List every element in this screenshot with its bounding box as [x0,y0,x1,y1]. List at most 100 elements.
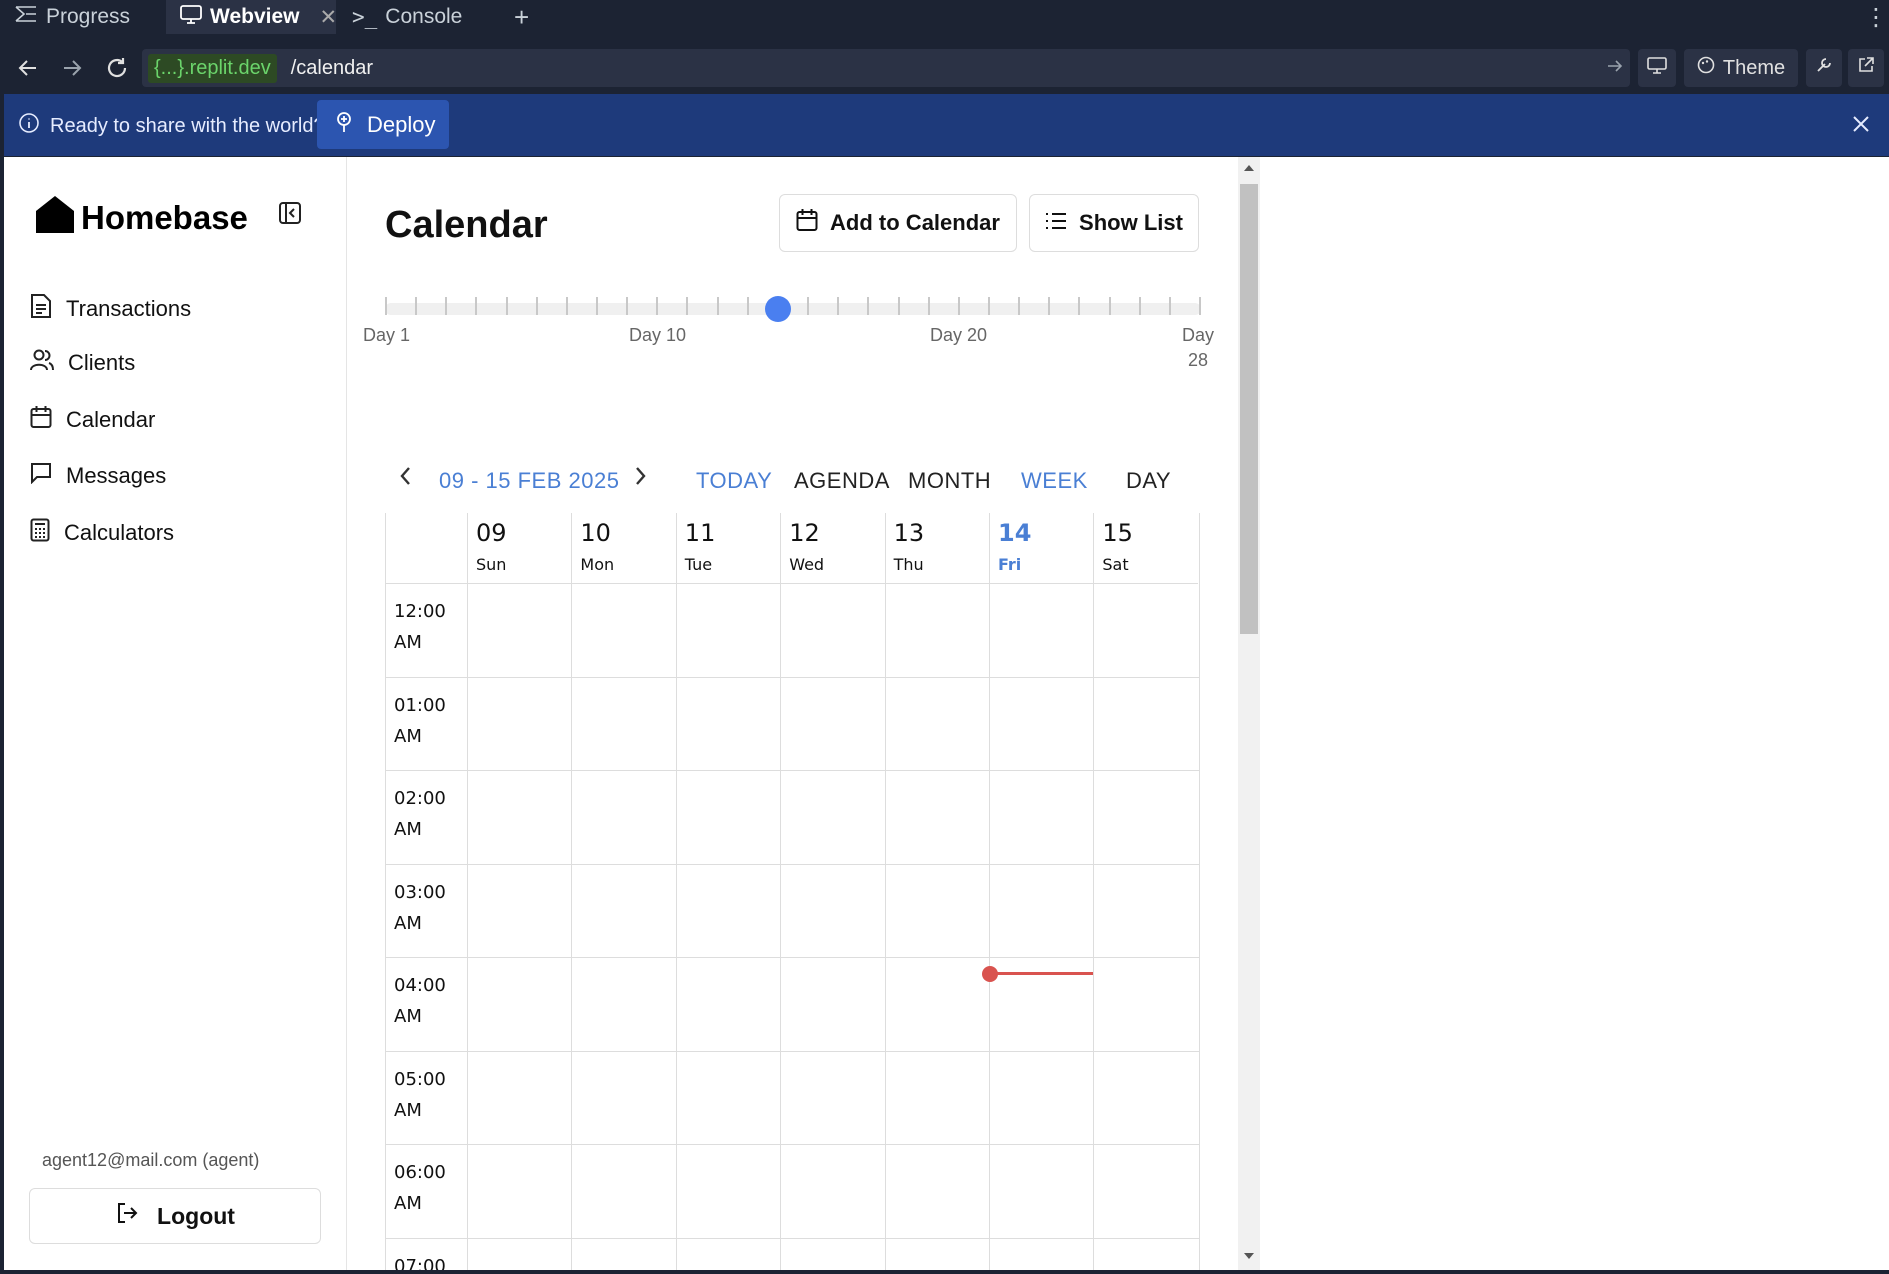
scroll-down-icon[interactable] [1244,1253,1254,1259]
slider-tick [1138,297,1141,315]
close-tab-icon[interactable]: ✕ [319,5,337,30]
more-options-icon[interactable]: ⋮ [1850,0,1888,34]
webview-blank-area [1260,157,1889,1270]
slider-tick [385,297,387,315]
hour-row[interactable]: 06:00 AM [386,1145,1199,1239]
slider-thumb[interactable] [764,296,791,322]
slider-tick [837,297,840,315]
collapse-sidebar-icon[interactable] [278,201,302,230]
brand-logo[interactable]: Homebase [35,195,248,241]
device-preview-button[interactable] [1638,49,1676,87]
day-number: 11 [684,519,716,547]
sidebar-item-messages[interactable]: Messages [30,462,166,490]
day-header[interactable]: 10 Mon [571,513,676,584]
slider-label-day28: Day 28 [1181,323,1215,373]
reload-icon[interactable] [101,52,133,84]
sidebar-item-clients[interactable]: Clients [30,349,135,377]
day-name: Sat [1102,555,1129,574]
calendar-icon [796,208,818,238]
webview: Homebase Transactions Clients Calendar M… [4,157,1889,1270]
deploy-button[interactable]: Deploy [317,100,449,149]
week-range-label[interactable]: 09 - 15 FEB 2025 [439,468,619,494]
hour-row[interactable]: 07:00 [386,1239,1199,1271]
day-name: Tue [684,555,713,574]
progress-icon [14,5,38,29]
view-today-button[interactable]: TODAY [696,468,772,494]
sidebar-item-transactions[interactable]: Transactions [30,293,191,325]
url-input[interactable]: {...}.replit.dev /calendar [142,49,1630,87]
slider-tick [897,297,900,315]
day-name: Fri [998,555,1022,574]
tab-label: Progress [46,5,131,28]
view-month-button[interactable]: MONTH [908,468,991,494]
hour-label: 02:00 AM [394,783,446,845]
slider-tick [1168,297,1171,315]
terminal-icon: >_ [352,5,378,29]
palette-icon [1697,56,1715,80]
open-external-button[interactable] [1848,49,1884,87]
logout-icon [115,1201,139,1231]
day-header[interactable]: 11 Tue [675,513,781,584]
tab-webview[interactable]: Webview ✕ [166,0,337,34]
hour-row[interactable]: 02:00 AM [386,771,1199,865]
new-tab-button[interactable]: + [500,0,544,34]
slider-tick [746,297,749,315]
day-header[interactable]: 15 Sat [1093,513,1198,584]
day-header[interactable]: 13 Thu [884,513,989,584]
view-agenda-button[interactable]: AGENDA [794,468,890,494]
hour-label: 06:00 AM [394,1157,446,1219]
users-icon [30,349,54,377]
grid-column-line [1093,513,1095,1270]
tab-console[interactable]: >_ Console [338,0,494,34]
prev-week-icon[interactable] [398,464,412,494]
hour-row[interactable]: 05:00 AM [386,1052,1199,1145]
sidebar-item-calculators[interactable]: Calculators [30,518,174,548]
external-link-icon [1857,56,1875,80]
slider-tick [1048,297,1051,315]
sidebar: Homebase Transactions Clients Calendar M… [4,157,347,1270]
day-slider[interactable] [385,296,1201,322]
show-list-button[interactable]: Show List [1029,194,1199,252]
day-header[interactable]: 09 Sun [467,513,572,584]
tab-progress[interactable]: Progress [0,0,138,34]
scrollbar-thumb[interactable] [1240,184,1258,634]
url-toolbar: {...}.replit.dev /calendar Theme [0,48,1889,88]
hour-row[interactable]: 12:00 AM [386,584,1199,678]
day-header[interactable]: 12 Wed [780,513,885,584]
view-week-button[interactable]: WEEK [1021,468,1088,494]
scrollbar[interactable] [1238,157,1260,1270]
view-day-button[interactable]: DAY [1126,468,1171,494]
add-to-calendar-button[interactable]: Add to Calendar [779,194,1017,252]
hour-label: 07:00 [394,1251,446,1271]
close-banner-icon[interactable] [1851,114,1871,140]
calendar-icon [30,405,52,435]
url-host: {...}.replit.dev [148,53,277,83]
document-icon [30,293,52,325]
scroll-up-icon[interactable] [1244,165,1254,171]
forward-icon[interactable] [56,52,88,84]
back-icon[interactable] [12,52,44,84]
hour-label: 05:00 AM [394,1064,446,1126]
logout-button[interactable]: Logout [29,1188,321,1244]
slider-tick [867,297,870,315]
slider-tick [415,297,418,315]
theme-button[interactable]: Theme [1684,49,1798,87]
sidebar-item-calendar[interactable]: Calendar [30,405,155,435]
slider-tick [596,297,599,315]
url-path: /calendar [290,56,374,79]
theme-label: Theme [1722,56,1786,79]
deploy-icon [333,111,355,139]
next-week-icon[interactable] [634,464,648,494]
user-email: agent12@mail.com (agent) [42,1150,260,1170]
hour-time: 06:00 [394,1162,446,1183]
go-arrow-icon[interactable] [1606,57,1624,81]
slider-tick [1078,297,1081,315]
slider-tick [445,297,448,315]
day-header[interactable]: 14 Fri [989,513,1094,584]
hour-row[interactable]: 03:00 AM [386,865,1199,958]
calendar-toolbar: 09 - 15 FEB 2025 TODAY AGENDA MONTH WEEK… [348,460,1238,504]
devtools-button[interactable] [1806,49,1842,87]
day-number: 15 [1102,519,1133,547]
hour-row[interactable]: 01:00 AM [386,678,1199,771]
slider-tick [1199,297,1201,315]
